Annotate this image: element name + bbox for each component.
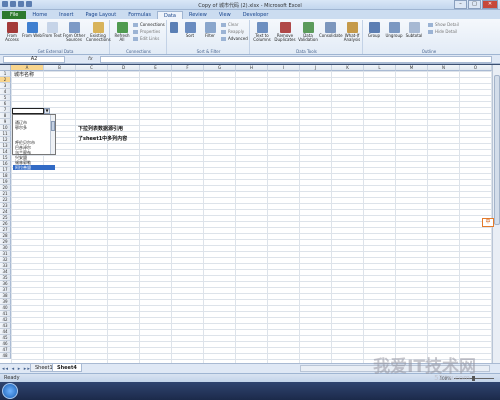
tab-file[interactable]: File xyxy=(2,11,27,19)
group-button[interactable]: Group xyxy=(364,22,384,38)
reapply-button[interactable]: Reapply xyxy=(221,29,244,34)
tab-page-layout[interactable]: Page Layout xyxy=(79,11,122,19)
from-web-button[interactable]: From Web xyxy=(22,22,42,38)
tab-home[interactable]: Home xyxy=(26,11,53,19)
name-box[interactable]: A2 xyxy=(3,56,65,63)
ime-badge[interactable]: 中 xyxy=(482,218,494,227)
dropdown-item[interactable]: 阿拉善盟 xyxy=(13,165,55,170)
access-icon xyxy=(6,22,18,33)
sort-az-button[interactable] xyxy=(168,22,180,34)
maximize-button[interactable]: □ xyxy=(468,0,481,9)
ungroup-icon xyxy=(388,22,400,33)
group-label: Connections xyxy=(126,49,151,54)
taskbar xyxy=(0,382,500,400)
group-label: Get External Data xyxy=(37,49,74,54)
ribbon-tabs: File Home Insert Page Layout Formulas Da… xyxy=(0,10,500,19)
worksheet: ABCDEFGHIJKLMNO 1 2 3 4 5 6 7 8 9 10 11 12 13 14 15 16 1… xyxy=(0,65,500,363)
formula-input[interactable] xyxy=(100,56,492,63)
tab-developer[interactable]: Developer xyxy=(237,11,275,19)
group-label: Data Tools xyxy=(296,49,317,54)
formula-bar: A2 fx xyxy=(0,55,500,64)
remove-duplicates-button[interactable]: Remove Duplicates xyxy=(273,22,297,42)
from-other-sources-button[interactable]: From Other Sources xyxy=(62,22,86,42)
note-line-1: 下拉列表数据源引用 xyxy=(78,126,124,132)
start-button[interactable] xyxy=(2,383,18,399)
sort-icon xyxy=(184,22,196,33)
from-text-button[interactable]: From Text xyxy=(42,22,62,38)
group-sort-filter: Sort Filter Clear Reapply Advanced Sort … xyxy=(168,20,250,54)
text-file-icon xyxy=(46,22,58,33)
what-if-analysis-button[interactable]: What-If Analysis xyxy=(341,22,363,42)
group-outline: Group Ungroup Subtotal Show Detail Hide … xyxy=(364,20,494,54)
dropdown-scroll-thumb[interactable] xyxy=(51,121,55,131)
other-sources-icon xyxy=(68,22,80,33)
group-label: Outline xyxy=(421,49,437,54)
status-ready: Ready xyxy=(4,375,20,381)
connections-button[interactable]: Connections xyxy=(133,22,165,27)
subtotal-button[interactable]: Subtotal xyxy=(404,22,424,38)
sheet-tab-sheet4[interactable]: Sheet4 xyxy=(52,364,82,372)
watermark-url: 52itw.com xyxy=(434,374,470,382)
close-button[interactable]: ✕ xyxy=(482,0,498,9)
hide-detail-button[interactable]: Hide Detail xyxy=(428,29,457,34)
group-label: Sort & Filter xyxy=(196,49,221,54)
tab-formulas[interactable]: Formulas xyxy=(122,11,157,19)
group-get-external-data: From Access From Web From Text From Othe… xyxy=(2,20,111,54)
ungroup-button[interactable]: Ungroup xyxy=(384,22,404,38)
sort-az-icon xyxy=(170,22,178,33)
data-validation-button[interactable]: Data Validation xyxy=(297,22,319,42)
consolidate-icon xyxy=(324,22,336,33)
refresh-icon xyxy=(116,22,128,33)
clear-button[interactable]: Clear xyxy=(221,22,238,27)
scroll-thumb[interactable] xyxy=(494,75,500,225)
title-bar: Copy of 城市代码 (2).xlsx - Microsoft Excel … xyxy=(0,0,500,10)
text-to-columns-icon xyxy=(256,22,268,33)
group-icon xyxy=(368,22,380,33)
connections-icon xyxy=(92,22,104,33)
remove-duplicates-icon xyxy=(279,22,291,33)
subtotal-icon xyxy=(408,22,420,33)
show-detail-button[interactable]: Show Detail xyxy=(428,22,459,27)
group-data-tools: Text to Columns Remove Duplicates Data V… xyxy=(251,20,363,54)
ribbon: From Access From Web From Text From Othe… xyxy=(0,19,500,55)
refresh-all-button[interactable]: Refresh All xyxy=(112,22,132,42)
filter-button[interactable]: Filter xyxy=(200,22,220,38)
tab-insert[interactable]: Insert xyxy=(53,11,79,19)
group-connections: Refresh All Connections Properties Edit … xyxy=(111,20,167,54)
from-access-button[interactable]: From Access xyxy=(2,22,22,42)
existing-connections-button[interactable]: Existing Connections xyxy=(86,22,111,42)
cell-grid[interactable] xyxy=(11,71,492,363)
what-if-icon xyxy=(346,22,358,33)
edit-links-button[interactable]: Edit Links xyxy=(133,36,159,41)
text-to-columns-button[interactable]: Text to Columns xyxy=(251,22,273,42)
sort-button[interactable]: Sort xyxy=(180,22,200,38)
note-line-2: 了sheet1中多列内容 xyxy=(78,136,128,142)
vertical-scrollbar[interactable] xyxy=(492,65,500,363)
tab-data[interactable]: Data xyxy=(157,11,183,19)
filter-icon xyxy=(204,22,216,33)
validation-dropdown-list[interactable]: 通辽市 鄂尔多 呼伦贝尔市 巴彦淖尔 乌兰察布 兴安盟 锡林郭勒 阿拉善盟 xyxy=(12,114,56,170)
cell-a1[interactable]: 城市名称 xyxy=(14,71,34,78)
properties-button[interactable]: Properties xyxy=(133,29,160,34)
tab-view[interactable]: View xyxy=(213,11,237,19)
minimize-button[interactable]: – xyxy=(454,0,467,9)
sheet-nav-buttons[interactable]: ◂◂ ◂ ▸ ▸▸ xyxy=(2,366,31,372)
data-validation-icon xyxy=(302,22,314,33)
tab-review[interactable]: Review xyxy=(183,11,213,19)
consolidate-button[interactable]: Consolidate xyxy=(319,22,343,38)
row-header-48[interactable]: 48 xyxy=(0,353,11,359)
web-icon xyxy=(26,22,38,33)
dropdown-scrollbar[interactable] xyxy=(50,115,55,154)
advanced-button[interactable]: Advanced xyxy=(221,36,248,41)
window-title: Copy of 城市代码 (2).xlsx - Microsoft Excel xyxy=(198,3,302,9)
insert-function-button[interactable]: fx xyxy=(88,56,93,62)
